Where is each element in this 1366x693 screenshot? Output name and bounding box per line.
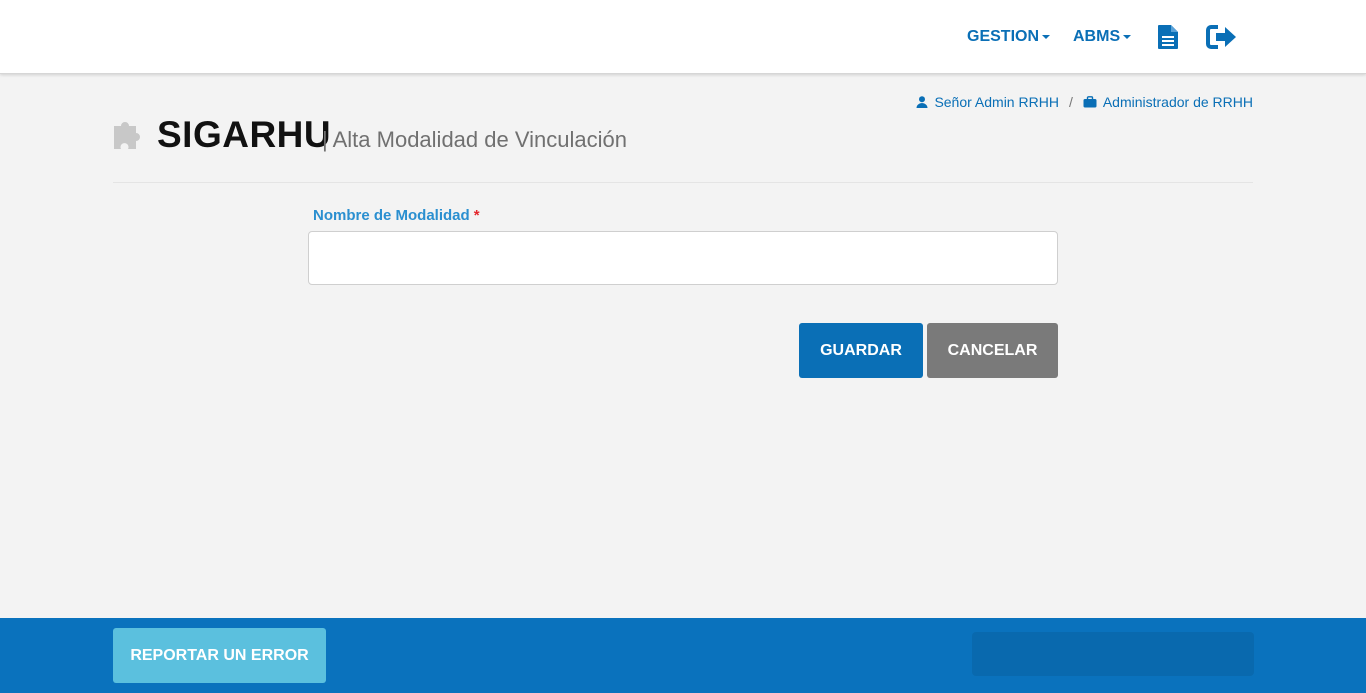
briefcase-icon [1083,96,1097,108]
sign-out-icon[interactable] [1206,24,1238,55]
top-navbar: GESTION ABMS [0,0,1366,74]
menu-gestion[interactable]: GESTION [967,0,1051,74]
field-label-text: Nombre de Modalidad [313,207,470,224]
user-role[interactable]: Administrador de RRHH [1103,94,1253,110]
report-error-button[interactable]: REPORTAR UN ERROR [113,628,326,683]
menu-abms-label: ABMS [1073,28,1121,45]
required-marker: * [473,207,480,224]
header-divider [113,182,1253,183]
app-title: SIGARHU [157,114,332,155]
user-info: Señor Admin RRHH / Administrador de RRHH [916,94,1253,110]
footer: REPORTAR UN ERROR [0,618,1366,693]
caret-down-icon [1042,35,1051,39]
document-icon[interactable] [1157,24,1179,55]
field-label-nombre-modalidad: Nombre de Modalidad * [313,207,480,224]
user-name[interactable]: Señor Admin RRHH [934,94,1059,110]
user-icon [916,96,928,108]
menu-abms[interactable]: ABMS [1073,0,1132,74]
menu-gestion-label: GESTION [967,28,1040,45]
page-subtitle: | Alta Modalidad de Vinculación [322,127,627,152]
caret-down-icon [1123,35,1132,39]
user-separator: / [1068,94,1073,110]
cancel-button[interactable]: CANCELAR [927,323,1058,378]
nombre-modalidad-input[interactable] [308,231,1058,285]
save-button[interactable]: GUARDAR [799,323,923,378]
footer-logo [972,632,1254,676]
puzzle-piece-icon [112,116,148,155]
